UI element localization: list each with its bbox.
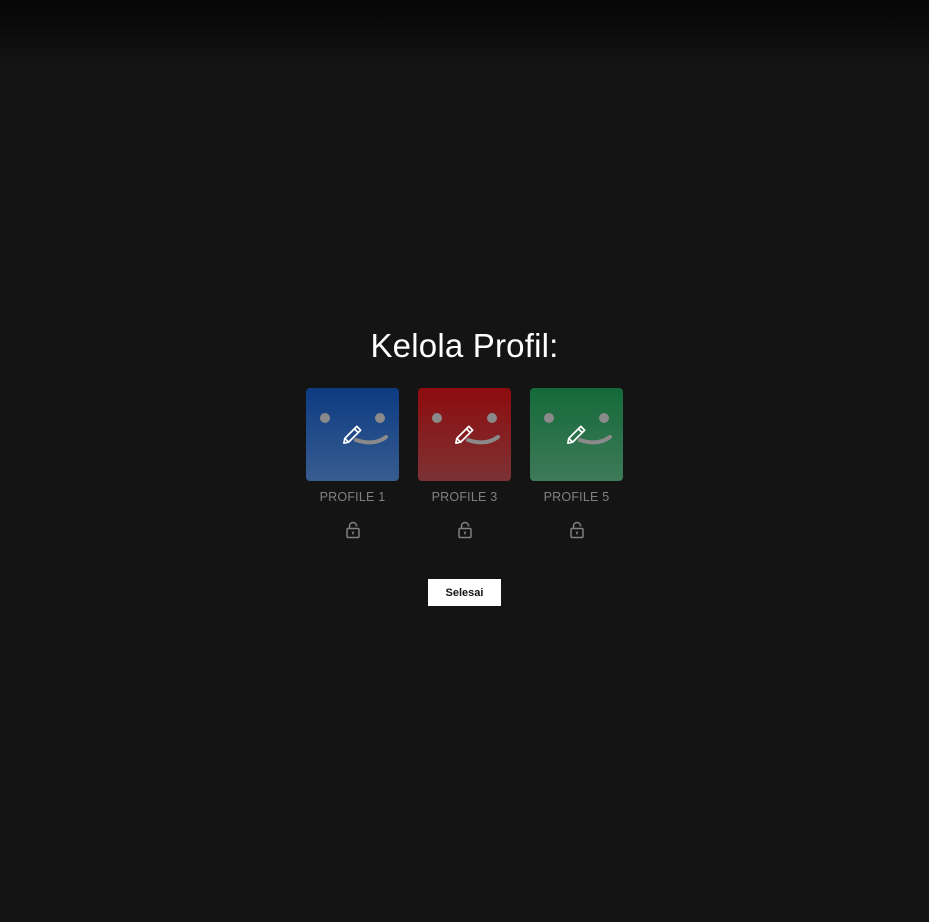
lock-icon[interactable] bbox=[568, 521, 586, 539]
profile-list: PROFILE 1 PROFILE 3 PROFILE 5 bbox=[306, 388, 623, 539]
profile-avatar-5[interactable] bbox=[530, 388, 623, 481]
pencil-icon[interactable] bbox=[453, 423, 476, 446]
profile-card-3: PROFILE 3 bbox=[418, 388, 511, 539]
page-title: Kelola Profil: bbox=[370, 327, 559, 364]
pencil-icon[interactable] bbox=[565, 423, 588, 446]
profile-name: PROFILE 5 bbox=[543, 490, 610, 504]
profile-name: PROFILE 3 bbox=[431, 490, 498, 504]
profile-card-5: PROFILE 5 bbox=[530, 388, 623, 539]
pencil-icon[interactable] bbox=[341, 423, 364, 446]
profile-name: PROFILE 1 bbox=[319, 490, 386, 504]
lock-icon[interactable] bbox=[344, 521, 362, 539]
profile-avatar-3[interactable] bbox=[418, 388, 511, 481]
done-button[interactable]: Selesai bbox=[428, 579, 501, 606]
lock-icon[interactable] bbox=[456, 521, 474, 539]
top-gradient bbox=[0, 0, 929, 70]
profile-card-1: PROFILE 1 bbox=[306, 388, 399, 539]
profile-avatar-1[interactable] bbox=[306, 388, 399, 481]
